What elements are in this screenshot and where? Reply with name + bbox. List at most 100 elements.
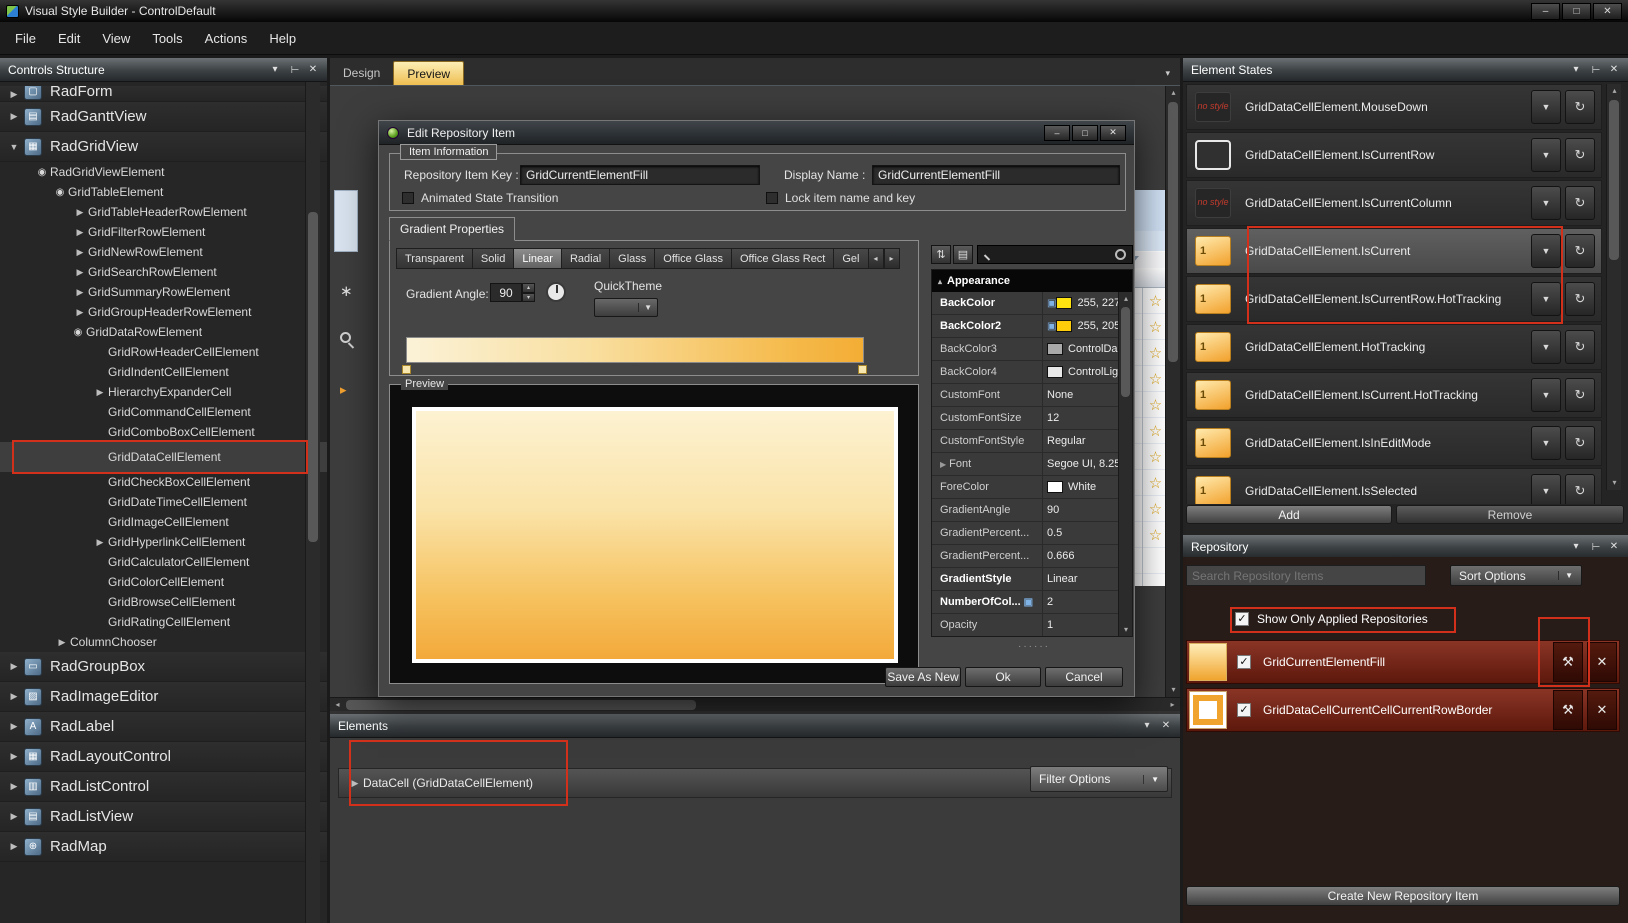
state-dropdown-button[interactable]: ▼ <box>1531 282 1561 316</box>
state-reset-button[interactable]: ↻ <box>1565 186 1595 220</box>
tree-item-radgridviewelement[interactable]: ◉ RadGridViewElement <box>0 162 327 182</box>
collapse-arrow-icon[interactable]: ▼ <box>6 142 22 152</box>
states-scrollbar[interactable]: ▴ ▾ <box>1606 84 1621 490</box>
title-bar[interactable]: Visual Style Builder - ControlDefault – … <box>0 0 1628 22</box>
property-grid-scrollbar[interactable]: ▴ ▾ <box>1118 292 1132 636</box>
menu-tools[interactable]: Tools <box>141 31 193 46</box>
category-appearance[interactable]: ▴ Appearance <box>932 270 1132 292</box>
property-row-numberofcolors[interactable]: NumberOfCol... ▣ 2 <box>932 591 1132 614</box>
menu-help[interactable]: Help <box>258 31 307 46</box>
expand-arrow-icon[interactable]: ▶ <box>347 778 363 789</box>
state-dropdown-button[interactable]: ▼ <box>1531 378 1561 412</box>
expand-arrow-icon[interactable]: ▶ <box>72 307 88 318</box>
repository-item-gridcurrentelementfill[interactable]: ✓ GridCurrentElementFill ⚒ ✕ <box>1186 640 1620 684</box>
property-row-backcolor2[interactable]: BackColor2 ▣ 255, 205, 10 <box>932 315 1132 338</box>
expand-arrow-icon[interactable]: ▶ <box>72 247 88 258</box>
property-row-gradientpercentage2[interactable]: GradientPercent... 0.666 <box>932 545 1132 568</box>
repository-item-key-input[interactable] <box>520 165 760 185</box>
create-new-repository-item-button[interactable]: Create New Repository Item <box>1186 886 1620 906</box>
property-search-box[interactable] <box>977 245 1133 264</box>
tree-item-gridhyperlinkcellelement[interactable]: ▶ GridHyperlinkCellElement <box>0 532 327 552</box>
tree-item-gridimagecellelement[interactable]: GridImageCellElement <box>0 512 327 532</box>
tree-item-radform[interactable]: ▶ ▢ RadForm <box>0 86 327 102</box>
expand-arrow-icon[interactable]: ▶ <box>72 227 88 238</box>
scroll-down-icon[interactable]: ▾ <box>1119 623 1132 636</box>
stepper-down-icon[interactable]: ▾ <box>522 292 535 302</box>
gradient-properties-tab[interactable]: Gradient Properties <box>389 217 516 241</box>
state-dropdown-button[interactable]: ▼ <box>1531 138 1561 172</box>
tree-item-gridratingcellelement[interactable]: GridRatingCellElement <box>0 612 327 632</box>
state-row-isineditmode[interactable]: 1 GridDataCellElement.IsInEditMode ▼ ↻ <box>1186 420 1602 466</box>
dialog-title-bar[interactable]: Edit Repository Item – □ ✕ <box>379 121 1134 145</box>
checkbox-unchecked-icon[interactable] <box>766 192 778 204</box>
state-dropdown-button[interactable]: ▼ <box>1531 186 1561 220</box>
scroll-down-icon[interactable]: ▾ <box>1607 476 1622 490</box>
scroll-up-icon[interactable]: ▴ <box>1119 292 1132 306</box>
property-row-customfont[interactable]: CustomFont None <box>932 384 1132 407</box>
tree-item-gridcommandcellelement[interactable]: GridCommandCellElement <box>0 402 327 422</box>
tab-scroll-left-button[interactable]: ◂ <box>867 248 884 269</box>
tree-item-gridtableelement[interactable]: ◉ GridTableElement <box>0 182 327 202</box>
expand-arrow-icon[interactable]: ▶ <box>6 111 22 122</box>
expand-arrow-icon[interactable]: ▶ <box>72 287 88 298</box>
tree-item-gridsearchrowelement[interactable]: ▶ GridSearchRowElement <box>0 262 327 282</box>
tree-item-gridindentcellelement[interactable]: GridIndentCellElement <box>0 362 327 382</box>
cancel-button[interactable]: Cancel <box>1045 667 1123 687</box>
categorized-view-button[interactable]: ▤ <box>953 245 973 264</box>
tab-office-glass-rect[interactable]: Office Glass Rect <box>730 248 834 269</box>
expand-arrow-icon[interactable]: ▶ <box>6 841 22 852</box>
property-row-backcolor[interactable]: BackColor ▣ 255, 227, 16 <box>932 292 1132 315</box>
tree-item-gridnewrowelement[interactable]: ▶ GridNewRowElement <box>0 242 327 262</box>
tree-item-hierarchyexpandercell[interactable]: ▶ HierarchyExpanderCell <box>0 382 327 402</box>
tree-item-gridcomboboxcellelement[interactable]: GridComboBoxCellElement <box>0 422 327 442</box>
tree-item-radlayoutcontrol[interactable]: ▶ ▦ RadLayoutControl <box>0 742 327 772</box>
state-row-isselected[interactable]: 1 GridDataCellElement.IsSelected ▼ ↻ <box>1186 468 1602 504</box>
close-panel-icon[interactable]: ✕ <box>1608 541 1620 552</box>
tree-item-radlistview[interactable]: ▶ ▤ RadListView <box>0 802 327 832</box>
state-reset-button[interactable]: ↻ <box>1565 90 1595 124</box>
tree-item-radlistcontrol[interactable]: ▶ ▥ RadListControl <box>0 772 327 802</box>
workarea-hscrollbar[interactable]: ◂ ▸ <box>330 697 1180 711</box>
scroll-up-icon[interactable]: ▴ <box>1607 84 1622 98</box>
pin-icon[interactable]: ⊥ <box>1590 541 1601 553</box>
expand-arrow-icon[interactable]: ▶ <box>92 537 108 548</box>
expand-arrow-icon[interactable]: ▶ <box>72 207 88 218</box>
state-dropdown-button[interactable]: ▼ <box>1531 474 1561 504</box>
property-row-font[interactable]: ▶ Font Segoe UI, 8.25pt <box>932 453 1132 476</box>
state-reset-button[interactable]: ↻ <box>1565 426 1595 460</box>
state-dropdown-button[interactable]: ▼ <box>1531 234 1561 268</box>
expand-arrow-icon[interactable]: ▶ <box>6 721 22 732</box>
bullet-icon[interactable]: ◉ <box>70 327 86 338</box>
tree-item-gridcalculatorcellelement[interactable]: GridCalculatorCellElement <box>0 552 327 572</box>
tab-preview[interactable]: Preview <box>393 61 465 85</box>
state-reset-button[interactable]: ↻ <box>1565 474 1595 504</box>
state-row-iscurrentrow-hottracking[interactable]: 1 GridDataCellElement.IsCurrentRow.HotTr… <box>1186 276 1602 322</box>
tree-item-gridrowheadercellelement[interactable]: GridRowHeaderCellElement <box>0 342 327 362</box>
ok-button[interactable]: Ok <box>965 667 1041 687</box>
gradient-stop-handle-right[interactable] <box>858 365 867 374</box>
property-row-customfontsize[interactable]: CustomFontSize 12 <box>932 407 1132 430</box>
splitter-grip[interactable]: ······ <box>979 641 1089 652</box>
angle-dial[interactable] <box>546 282 566 302</box>
tab-gel[interactable]: Gel <box>833 248 868 269</box>
remove-state-button[interactable]: Remove <box>1396 505 1624 524</box>
repository-search-input[interactable] <box>1186 565 1426 586</box>
scroll-down-icon[interactable]: ▾ <box>1166 683 1180 697</box>
state-row-mousedown[interactable]: no style GridDataCellElement.MouseDown ▼… <box>1186 84 1602 130</box>
tab-design[interactable]: Design <box>330 61 393 85</box>
tree-scrollbar[interactable]: ▾ <box>305 82 320 923</box>
scroll-up-icon[interactable]: ▴ <box>1166 86 1180 100</box>
state-dropdown-button[interactable]: ▼ <box>1531 330 1561 364</box>
tab-glass[interactable]: Glass <box>609 248 655 269</box>
tab-linear[interactable]: Linear <box>513 248 561 269</box>
edit-repository-item-button[interactable]: ⚒ <box>1553 642 1583 682</box>
sort-options-button[interactable]: Sort Options ▼ <box>1450 565 1582 586</box>
tab-office-glass[interactable]: Office Glass <box>654 248 731 269</box>
tabstrip-chevron-icon[interactable]: ▾ <box>1165 68 1180 85</box>
expand-arrow-icon[interactable]: ▶ <box>6 691 22 702</box>
save-as-new-button[interactable]: Save As New <box>885 667 961 687</box>
property-row-backcolor3[interactable]: BackColor3 ControlDark <box>932 338 1132 361</box>
tree-item-radmap[interactable]: ▶ ⊕ RadMap <box>0 832 327 862</box>
expand-arrow-icon[interactable]: ▶ <box>54 637 70 648</box>
property-row-backcolor4[interactable]: BackColor4 ControlLight <box>932 361 1132 384</box>
